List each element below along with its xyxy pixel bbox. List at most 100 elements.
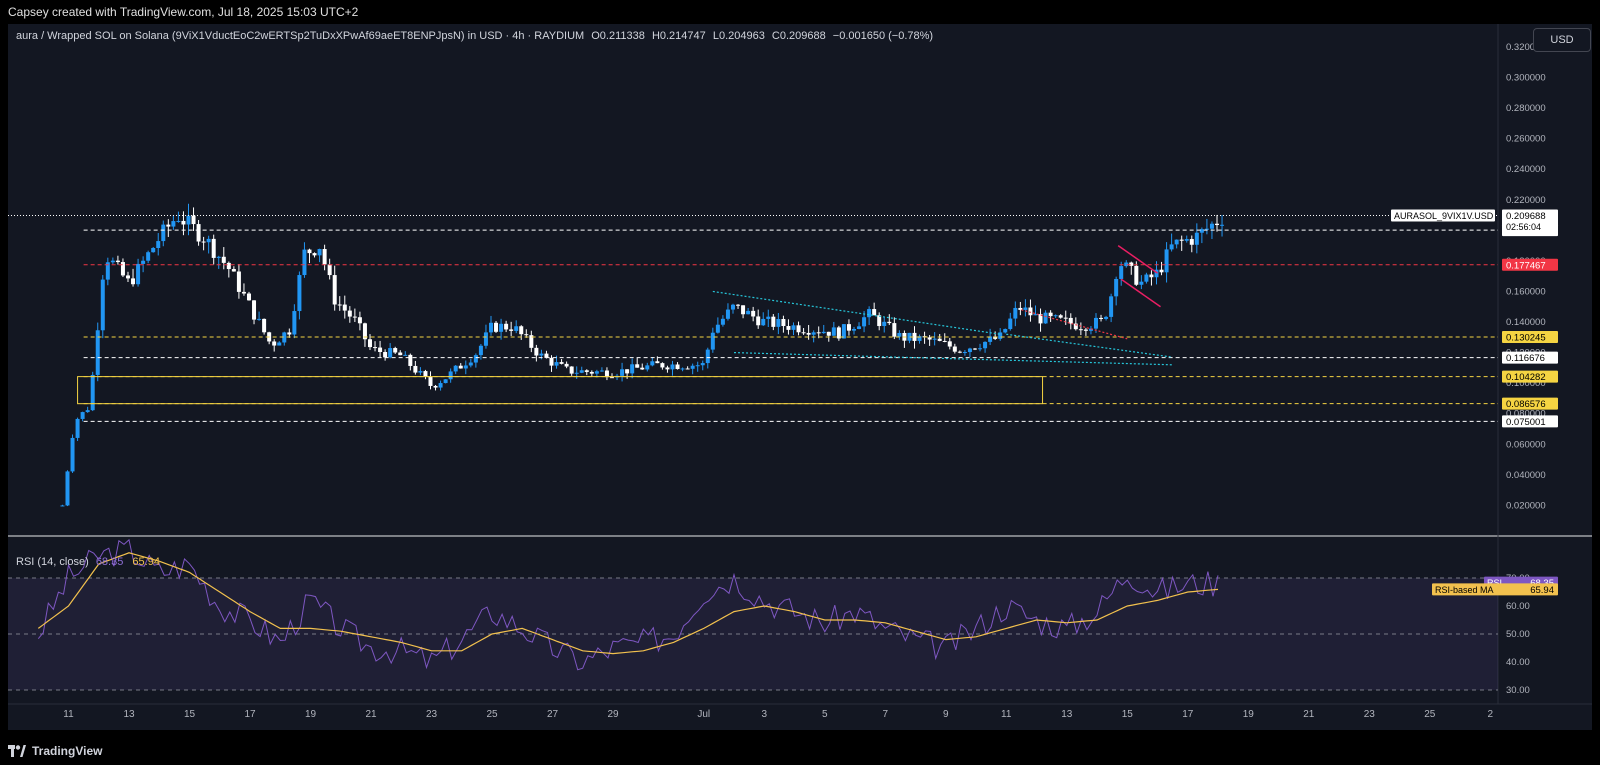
- time-axis-label: 13: [123, 709, 135, 720]
- candle-body: [1058, 315, 1063, 318]
- symbol-legend[interactable]: aura / Wrapped SOL on Solana (9ViX1Vduct…: [16, 30, 933, 42]
- price-axis-label: 0.260000: [1506, 134, 1546, 145]
- price-axis-label: 0.020000: [1506, 500, 1546, 511]
- candle-body: [655, 361, 660, 364]
- rsi-axis-label: 50.00: [1506, 629, 1530, 640]
- candle-body: [983, 341, 988, 349]
- candle-body: [408, 354, 413, 366]
- candle-body: [226, 262, 231, 270]
- time-axis-label: 11: [63, 709, 74, 720]
- candle-body: [841, 324, 846, 339]
- candle-body: [811, 332, 816, 335]
- candle-body: [1008, 318, 1013, 330]
- symbol-title[interactable]: aura / Wrapped SOL on Solana (9ViX1Vduct…: [16, 30, 584, 42]
- price-axis-label: 0.240000: [1506, 164, 1546, 175]
- candle-body: [730, 304, 735, 310]
- candle-body: [433, 385, 438, 388]
- candle-body: [312, 253, 317, 256]
- candle-body: [625, 369, 630, 374]
- candle-body: [393, 348, 398, 353]
- candle-body: [378, 347, 383, 352]
- candle-body: [277, 342, 282, 346]
- candle-body: [1023, 307, 1028, 310]
- candle-body: [211, 238, 216, 258]
- candle-body: [357, 317, 362, 324]
- candle-body: [700, 363, 705, 366]
- candle-body: [367, 339, 372, 348]
- candle-body: [473, 355, 478, 363]
- candle-body: [781, 319, 786, 327]
- candle-body: [181, 220, 186, 225]
- candle-body: [857, 326, 862, 330]
- candle-body: [252, 300, 257, 320]
- footer-bar: TradingView: [0, 738, 1600, 765]
- candle-body: [821, 331, 826, 334]
- rsi-title[interactable]: RSI (14, close): [16, 556, 89, 568]
- candle-body: [488, 322, 493, 333]
- time-axis-label: 13: [1061, 709, 1073, 720]
- candle-body: [952, 346, 957, 352]
- candle-body: [1104, 316, 1109, 319]
- candle-body: [509, 329, 514, 331]
- candle-body: [680, 368, 685, 370]
- chart-frame[interactable]: 0.020000 0.040000 0.060000 0.080000 0.100000…: [8, 24, 1592, 730]
- candle-body: [191, 215, 196, 225]
- candle-body: [801, 332, 806, 334]
- candle-body: [761, 318, 766, 326]
- price-axis-label: 0.160000: [1506, 286, 1546, 297]
- candle-body: [146, 252, 151, 261]
- candle-body: [635, 364, 640, 368]
- candle-body: [872, 309, 877, 316]
- candle-body: [766, 316, 771, 319]
- candle-body: [292, 311, 297, 335]
- candle-body: [388, 348, 393, 358]
- candle-body: [418, 371, 423, 373]
- candle-body: [1174, 239, 1179, 245]
- candle-body: [539, 353, 544, 356]
- candle-body: [1099, 317, 1104, 319]
- candle-body: [1043, 312, 1048, 324]
- time-axis-label: 9: [943, 709, 949, 720]
- rsi-axis-label: 30.00: [1506, 685, 1530, 696]
- candle-body: [322, 249, 327, 265]
- candle-body: [1164, 249, 1169, 273]
- candle-body: [937, 338, 942, 341]
- chart-canvas[interactable]: 0.0200000.0400000.0600000.0800000.100000…: [8, 24, 1592, 730]
- candle-body: [125, 275, 130, 279]
- time-axis-label: 2: [1487, 709, 1493, 720]
- candle-body: [1209, 223, 1214, 229]
- time-axis-label: 19: [305, 709, 317, 720]
- time-axis-label: Jul: [697, 709, 710, 720]
- candle-body: [897, 332, 902, 337]
- candle-body: [231, 269, 236, 272]
- candle-body: [413, 365, 418, 373]
- time-axis-label: 21: [1303, 709, 1315, 720]
- time-axis-label: 15: [1122, 709, 1134, 720]
- candle-body: [504, 323, 509, 330]
- candle-body: [161, 224, 166, 242]
- candle-body: [927, 337, 932, 340]
- candle-body: [201, 241, 206, 243]
- currency-button[interactable]: USD: [1533, 28, 1591, 52]
- candle-body: [741, 305, 746, 315]
- rsi-legend[interactable]: RSI (14, close) 68.35 65.94: [16, 556, 160, 568]
- candle-body: [756, 316, 761, 326]
- price-axis-label: 0.040000: [1506, 470, 1546, 481]
- candle-body: [609, 377, 614, 379]
- candle-body: [151, 248, 156, 253]
- tradingview-logo[interactable]: TradingView: [8, 744, 102, 758]
- candle-body: [867, 309, 872, 318]
- price-axis-label: 0.280000: [1506, 103, 1546, 114]
- price-level-value: 0.075001: [1506, 417, 1546, 428]
- candle-body: [630, 364, 635, 374]
- candle-body: [131, 278, 136, 285]
- ohlc-close: C0.209688: [771, 30, 826, 42]
- time-axis-label: 23: [1364, 709, 1376, 720]
- candle-body: [685, 368, 690, 370]
- candle-body: [327, 264, 332, 276]
- price-level-value: 0.104282: [1506, 372, 1546, 383]
- candle-body: [584, 370, 589, 372]
- candle-body: [746, 310, 751, 315]
- candle-body: [60, 505, 65, 507]
- time-axis-label: 3: [761, 709, 767, 720]
